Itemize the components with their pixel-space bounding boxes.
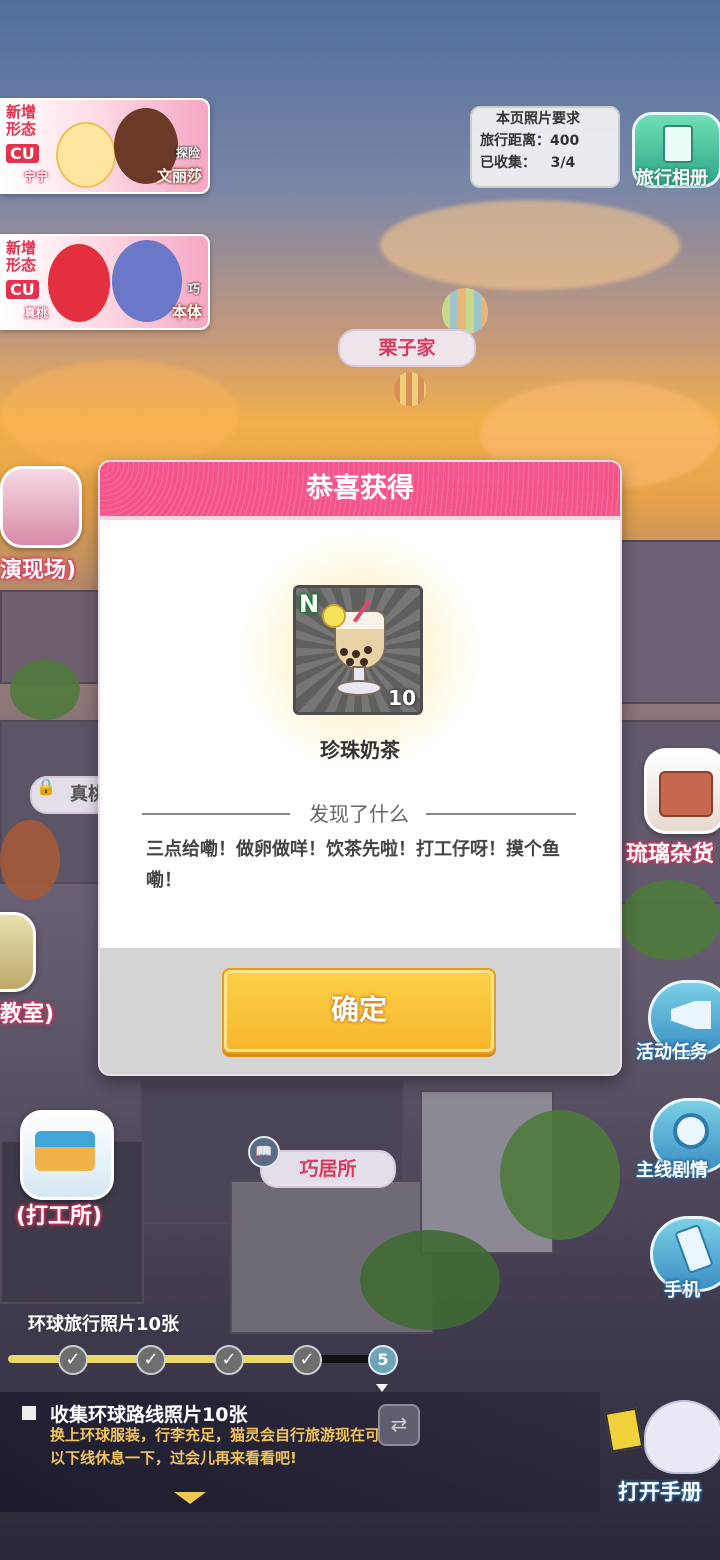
divider-line: [142, 813, 290, 815]
bubble-tea-icon: [322, 599, 386, 700]
reward-item-card[interactable]: N 10: [293, 585, 423, 715]
confirm-button[interactable]: 确定: [222, 968, 496, 1054]
item-name: 珍珠奶茶: [320, 738, 400, 762]
divider-line: [426, 813, 576, 815]
item-description: 三点给嘞！做卵做咩！饮茶先啦！打工仔呀！摸个鱼嘞！: [146, 839, 560, 891]
reward-dialog: 恭喜获得 N 10 珍珠奶茶 发现了什么 三点给嘞！做卵做咩！饮茶先啦！打工仔呀…: [100, 462, 620, 1074]
rarity-badge: N: [299, 590, 320, 618]
section-title: 发现了什么: [309, 802, 409, 826]
item-count: 10: [388, 686, 416, 710]
section-divider: 发现了什么: [142, 798, 576, 828]
dialog-title: 恭喜获得: [100, 462, 620, 520]
